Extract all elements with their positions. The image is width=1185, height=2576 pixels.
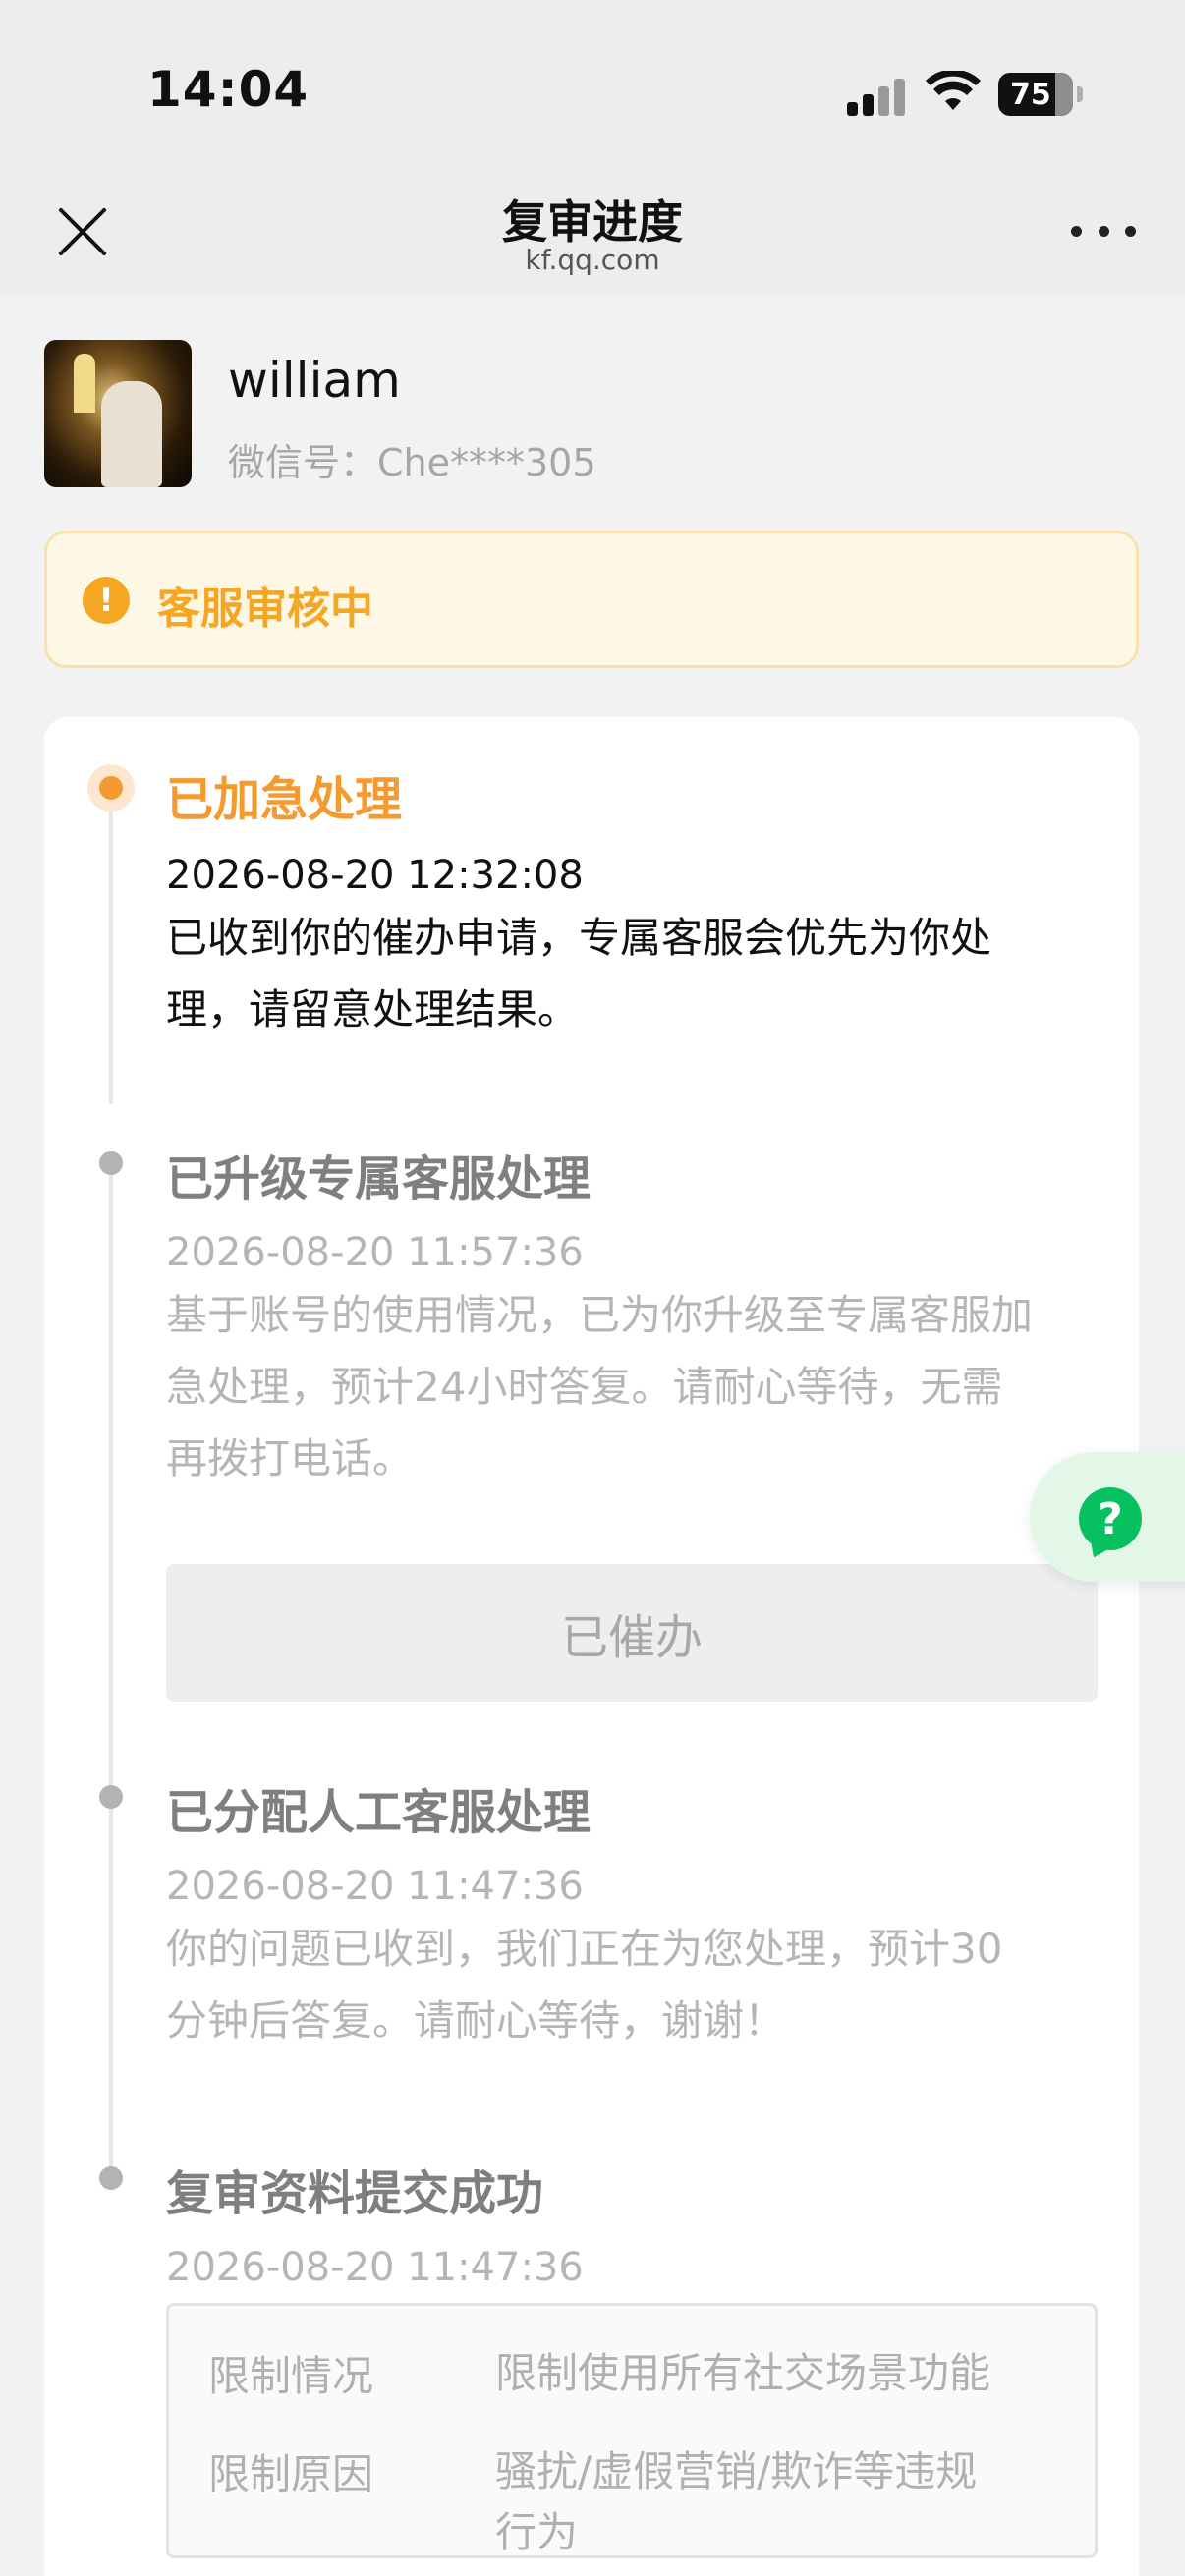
page-domain: kf.qq.com xyxy=(525,244,660,276)
timeline-step-desc: 基于账号的使用情况，已为你升级至专属客服加 急处理，预计24小时答复。请耐心等待… xyxy=(166,1279,1109,1494)
status-bar: 14:04 75 xyxy=(0,0,1185,177)
timeline-step-desc: 你的问题已收到，我们正在为您处理，预计30 分钟后答复。请耐心等待，谢谢！ xyxy=(166,1913,1109,2056)
review-status-banner: ! 客服审核中 xyxy=(44,531,1139,668)
avatar xyxy=(44,340,192,487)
timeline-card: 已加急处理 2026-08-20 12:32:08 已收到你的催办申请，专属客服… xyxy=(44,717,1139,2576)
more-icon[interactable] xyxy=(1071,226,1136,244)
profile-header: william 微信号：Che****305 xyxy=(44,340,1125,493)
detail-value-line: 行为 xyxy=(495,2508,579,2556)
timeline-step-title: 已加急处理 xyxy=(166,772,403,827)
timeline-dot-active xyxy=(87,764,135,812)
timeline-step-time: 2026-08-20 11:47:36 xyxy=(166,1864,584,1909)
detail-value: 骚扰/虚假营销/欺诈等违规 行为 xyxy=(495,2441,1045,2563)
warning-icon: ! xyxy=(83,577,130,624)
main-content: william 微信号：Che****305 ! 客服审核中 已加急处理 202… xyxy=(0,295,1185,2576)
timeline-step-title: 已升级专属客服处理 xyxy=(166,1151,592,1206)
timeline-dot xyxy=(99,2166,123,2190)
detail-label: 限制原因 xyxy=(208,2450,374,2498)
timeline-connector xyxy=(109,1808,113,2179)
timeline-connector xyxy=(109,1161,113,1788)
desc-line: 基于账号的使用情况，已为你升级至专属客服加 xyxy=(166,1291,1034,1339)
desc-line: 你的问题已收到，我们正在为您处理，预计30 xyxy=(166,1925,1003,1973)
restriction-details: 限制情况 限制使用所有社交场景功能 限制原因 骚扰/虚假营销/欺诈等违规 行为 xyxy=(166,2303,1098,2558)
wifi-icon xyxy=(926,71,981,110)
timeline-connector xyxy=(109,812,113,1104)
desc-line: 已收到你的催办申请，专属客服会优先为你处 xyxy=(166,914,992,962)
help-button[interactable]: ? xyxy=(1030,1452,1185,1582)
status-time: 14:04 xyxy=(147,61,310,118)
timeline-step-time: 2026-08-20 11:47:36 xyxy=(166,2245,584,2290)
timeline-step-time: 2026-08-20 12:32:08 xyxy=(166,853,584,898)
detail-label: 限制情况 xyxy=(208,2352,374,2400)
wechat-id: 微信号：Che****305 xyxy=(228,441,596,484)
help-icon: ? xyxy=(1079,1487,1142,1550)
detail-value: 限制使用所有社交场景功能 xyxy=(495,2349,991,2397)
desc-line: 分钟后答复。请耐心等待，谢谢！ xyxy=(166,1996,786,2044)
timeline-step-desc: 已收到你的催办申请，专属客服会优先为你处 理，请留意处理结果。 xyxy=(166,902,1109,1045)
desc-line: 理，请留意处理结果。 xyxy=(166,985,580,1034)
screen: 14:04 75 复审进度 kf.qq.com william 微信号：Che*… xyxy=(0,0,1185,2576)
detail-value-line: 骚扰/虚假营销/欺诈等违规 xyxy=(495,2447,978,2495)
profile-name: william xyxy=(228,352,401,409)
signal-icon xyxy=(847,77,908,116)
page-title: 复审进度 xyxy=(502,196,683,249)
battery-level: 75 xyxy=(1010,77,1051,112)
nav-bar: 复审进度 kf.qq.com xyxy=(0,157,1185,295)
battery-empty xyxy=(1055,73,1073,116)
battery-icon: 75 xyxy=(998,73,1083,116)
timeline-step-title: 复审资料提交成功 xyxy=(166,2166,544,2221)
timeline-dot xyxy=(99,1785,123,1809)
timeline-step-title: 已分配人工客服处理 xyxy=(166,1785,592,1840)
desc-line: 急处理，预计24小时答复。请耐心等待，无需 xyxy=(166,1363,1003,1411)
timeline-dot xyxy=(99,1151,123,1175)
timeline-step-time: 2026-08-20 11:57:36 xyxy=(166,1230,584,1275)
review-status-text: 客服审核中 xyxy=(157,584,373,634)
desc-line: 再拨打电话。 xyxy=(166,1434,415,1483)
urge-button[interactable]: 已催办 xyxy=(166,1564,1098,1702)
